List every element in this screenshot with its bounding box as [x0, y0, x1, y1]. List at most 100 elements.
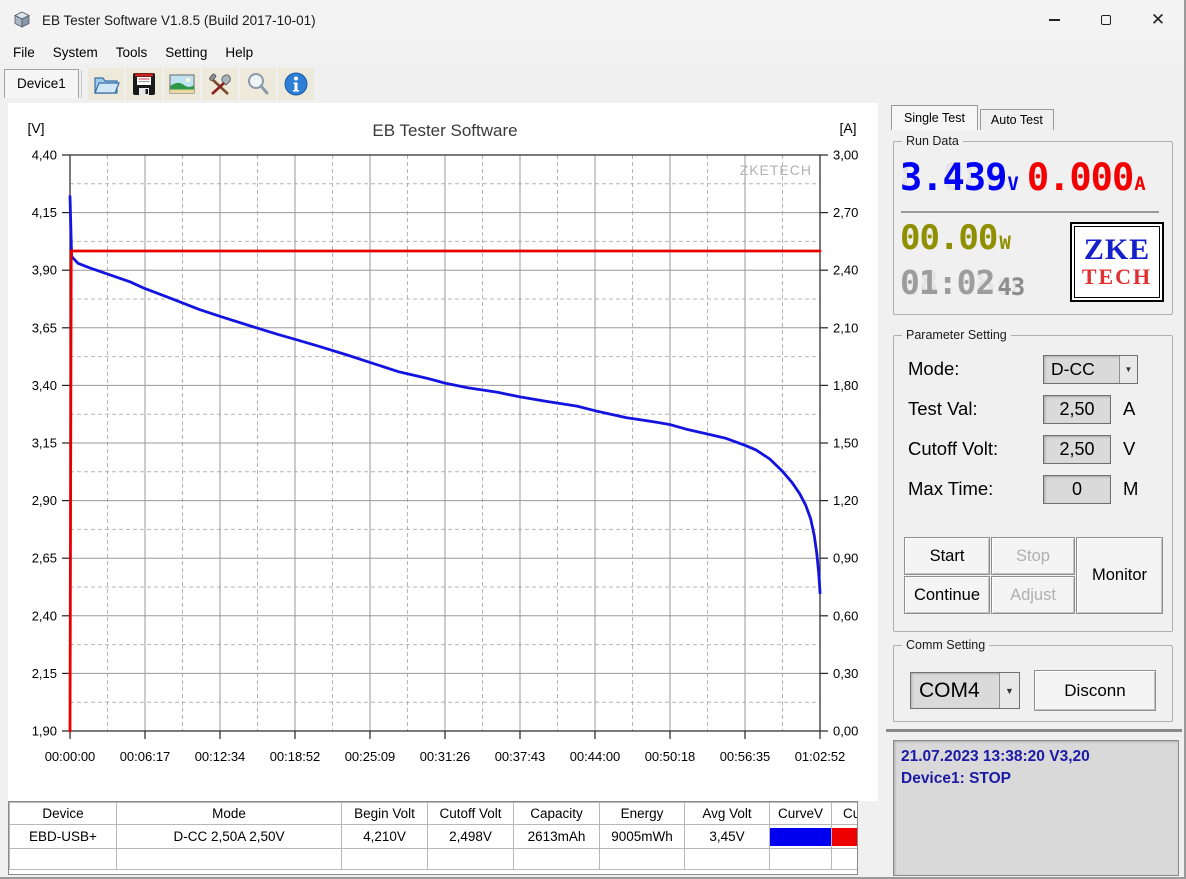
test-tabs: Single Test Auto Test [891, 105, 1054, 130]
table-row[interactable] [9, 848, 857, 870]
voltage-display: 8.888 3.439 [900, 156, 1007, 199]
about-button[interactable] [277, 67, 314, 100]
logo-line2: TECH [1081, 264, 1153, 290]
svg-text:2,40: 2,40 [833, 263, 858, 278]
discharge-chart: 4,40 3,00 4,15 2,70 3,90 2,40 3,65 2,10 3,40 1,80… [27, 120, 858, 764]
svg-text:[V]: [V] [27, 120, 44, 136]
menu-setting[interactable]: Setting [156, 43, 216, 62]
comm-setting-group: Comm Setting COM4 ▼ Disconn [893, 638, 1173, 722]
svg-text:00:37:43: 00:37:43 [495, 749, 546, 764]
parameter-setting-label: Parameter Setting [902, 328, 1011, 342]
col-energy: Energy [599, 802, 685, 825]
title-bar: EB Tester Software V1.8.5 (Build 2017-10… [0, 0, 1184, 40]
cutoff-volt-input[interactable]: 2,50 [1043, 434, 1111, 464]
save-button[interactable] [125, 67, 162, 100]
max-time-label: Max Time: [908, 478, 994, 499]
continue-button[interactable]: Continue [904, 576, 990, 614]
minimize-button[interactable] [1028, 0, 1080, 40]
mode-select[interactable]: D-CC ▼ [1043, 354, 1138, 384]
app-icon [14, 11, 30, 28]
svg-text:0,00: 0,00 [833, 724, 858, 739]
cell-device: EBD-USB+ [9, 824, 117, 849]
disconnect-button[interactable]: Disconn [1034, 670, 1156, 711]
svg-text:1,90: 1,90 [32, 724, 57, 739]
maximize-button[interactable] [1080, 0, 1132, 40]
svg-text:00:31:26: 00:31:26 [420, 749, 471, 764]
elapsed-seconds-display: 88 43 [997, 273, 1025, 301]
com-port-select[interactable]: COM4 ▼ [910, 672, 1020, 709]
col-capacity: Capacity [513, 802, 600, 825]
svg-text:4,40: 4,40 [32, 148, 57, 163]
com-port-dropdown-button[interactable]: ▼ [999, 673, 1019, 708]
monitor-button[interactable]: Monitor [1076, 537, 1163, 614]
results-header-row: Device Mode Begin Volt Cutoff Volt Capac… [9, 802, 857, 825]
col-curve-v: CurveV [769, 802, 832, 825]
export-image-button[interactable] [163, 67, 200, 100]
svg-text:1,50: 1,50 [833, 436, 858, 451]
cell-capacity: 2613mAh [513, 824, 600, 849]
svg-text:[A]: [A] [839, 120, 856, 136]
settings-tools-button[interactable] [201, 67, 238, 100]
svg-text:2,90: 2,90 [32, 493, 57, 508]
logo-line1: ZKE [1083, 233, 1151, 267]
svg-text:00:25:09: 00:25:09 [345, 749, 396, 764]
power-unit: W [999, 232, 1011, 254]
mode-dropdown-button[interactable]: ▼ [1119, 355, 1137, 383]
image-icon [169, 74, 195, 93]
svg-text:00:50:18: 00:50:18 [645, 749, 696, 764]
menu-file[interactable]: File [4, 43, 44, 62]
svg-text:0,90: 0,90 [833, 551, 858, 566]
menu-system[interactable]: System [44, 43, 107, 62]
max-time-unit: M [1123, 478, 1139, 499]
adjust-button[interactable]: Adjust [991, 576, 1075, 614]
svg-text:00:00:00: 00:00:00 [45, 749, 96, 764]
run-data-label: Run Data [902, 134, 963, 148]
com-port-value: COM4 [919, 678, 980, 702]
close-button[interactable]: ✕ [1132, 0, 1184, 40]
tab-auto-test[interactable]: Auto Test [979, 109, 1054, 130]
cell-mode: D-CC 2,50A 2,50V [116, 824, 342, 849]
run-data-group: Run Data 8.888 3.439 V 8.888 0.000 A 88.88… [893, 134, 1173, 315]
comm-setting-label: Comm Setting [902, 638, 990, 652]
svg-text:2,40: 2,40 [32, 608, 57, 623]
svg-text:3,00: 3,00 [833, 148, 858, 163]
svg-text:00:18:52: 00:18:52 [270, 749, 321, 764]
open-file-button[interactable] [87, 67, 124, 100]
svg-text:00:56:35: 00:56:35 [720, 749, 771, 764]
save-icon [132, 72, 155, 95]
mode-value: D-CC [1051, 358, 1095, 379]
status-log: 21.07.2023 13:38:20 V3,20 Device1: STOP [893, 740, 1179, 876]
table-row[interactable]: EBD-USB+ D-CC 2,50A 2,50V 4,210V 2,498V … [9, 824, 857, 849]
test-val-input[interactable]: 2,50 [1043, 394, 1111, 424]
svg-text:2,70: 2,70 [833, 205, 858, 220]
zketech-logo: ZKE TECH [1070, 222, 1164, 302]
cell-cutoff-volt: 2,498V [427, 824, 514, 849]
menu-tools[interactable]: Tools [107, 43, 157, 62]
run-data-divider [901, 211, 1159, 213]
cutoff-volt-label: Cutoff Volt: [908, 438, 999, 459]
start-button[interactable]: Start [904, 537, 990, 575]
svg-text:2,15: 2,15 [32, 666, 57, 681]
tab-device1[interactable]: Device1 [4, 69, 79, 98]
current-display: 8.888 0.000 [1026, 156, 1134, 199]
current-unit: A [1134, 173, 1146, 195]
col-curve-a: CurveA [831, 802, 857, 825]
tab-single-test[interactable]: Single Test [891, 105, 978, 130]
svg-text:EB Tester Software: EB Tester Software [372, 121, 517, 140]
toolbar-separator [80, 69, 82, 98]
chevron-down-icon: ▼ [1005, 685, 1014, 696]
max-time-input[interactable]: 0 [1043, 474, 1111, 504]
svg-text:3,65: 3,65 [32, 320, 57, 335]
mode-label: Mode: [908, 358, 960, 379]
cell-avg-volt: 3,45V [684, 824, 770, 849]
col-mode: Mode [116, 802, 342, 825]
svg-text:1,80: 1,80 [833, 378, 858, 393]
stop-button[interactable]: Stop [991, 537, 1075, 575]
col-begin-volt: Begin Volt [341, 802, 428, 825]
zoom-button[interactable] [239, 67, 276, 100]
open-folder-icon [93, 76, 120, 94]
power-display: 88.88 00.00 [900, 218, 998, 258]
svg-text:1,20: 1,20 [833, 493, 858, 508]
menu-help[interactable]: Help [216, 43, 262, 62]
right-panel: Single Test Auto Test Run Data 8.888 3.43… [886, 103, 1184, 877]
